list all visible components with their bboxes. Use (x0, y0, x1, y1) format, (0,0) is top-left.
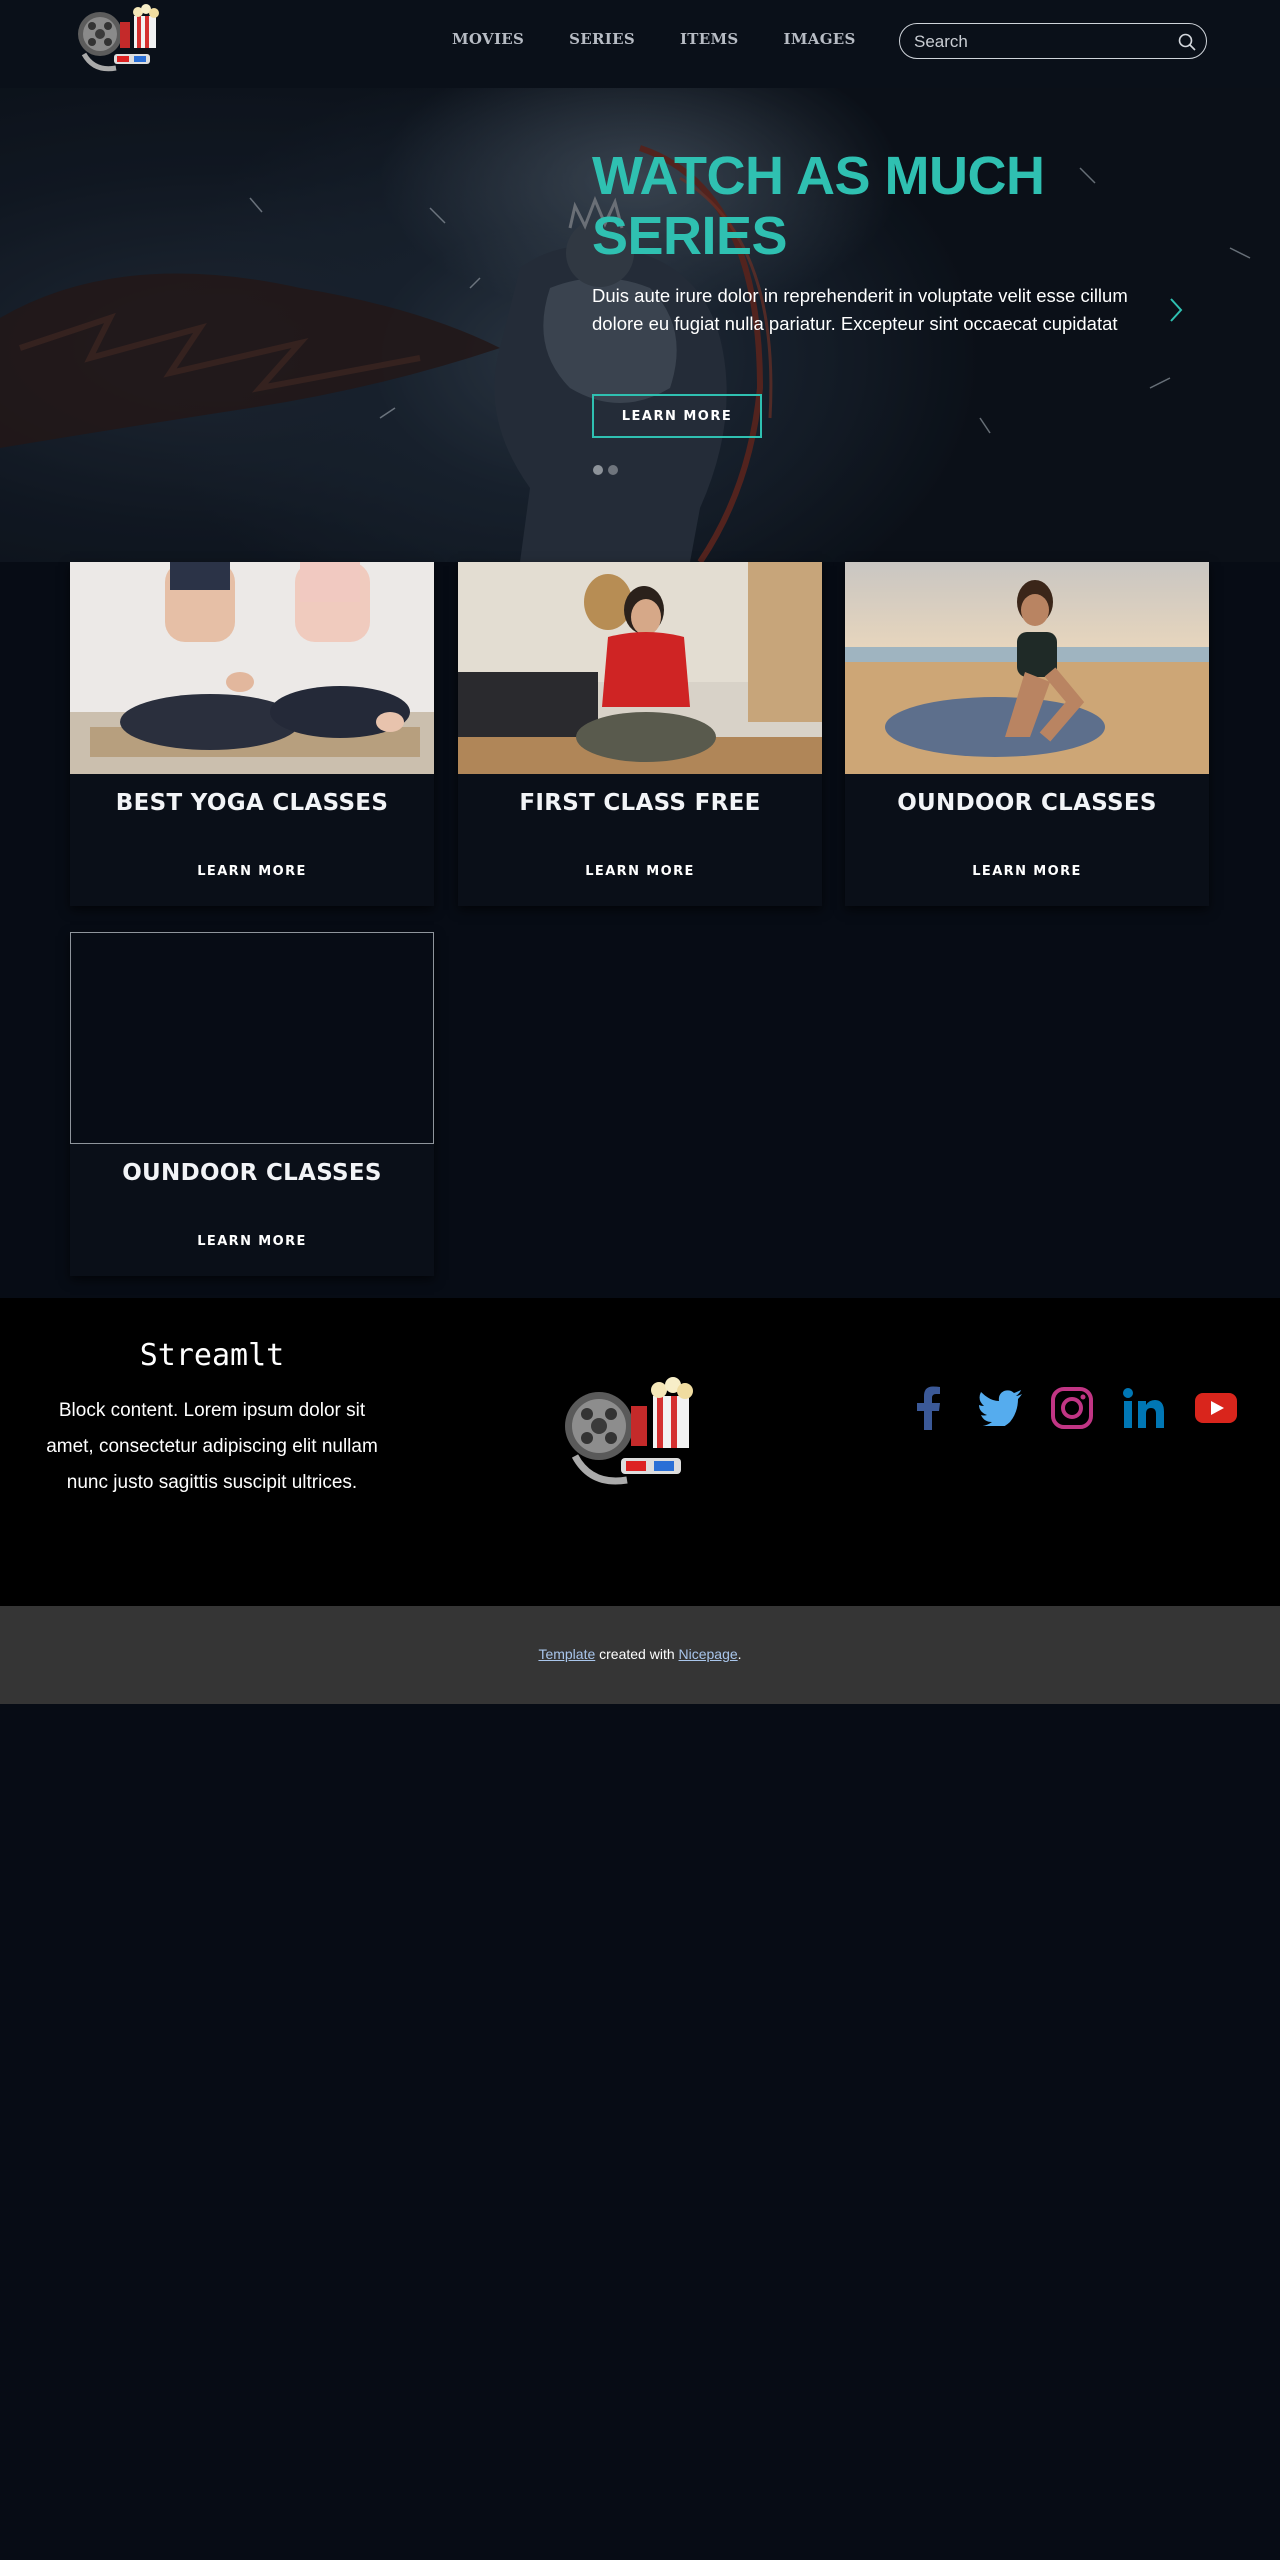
credit-middle: created with (595, 1646, 679, 1662)
card-image-placeholder (70, 932, 434, 1144)
card-title: FIRST CLASS FREE (519, 790, 761, 816)
card-first-class-free: FIRST CLASS FREE LEARN MORE (458, 562, 822, 906)
card-title: OUNDOOR CLASSES (122, 1160, 382, 1186)
site-footer: Streamlt Block content. Lorem ipsum dolo… (0, 1298, 1280, 1606)
hero-title: WATCH AS MUCH SERIES (592, 146, 1045, 266)
social-links (904, 1386, 1240, 1430)
bottom-bar: Template created with Nicepage. (0, 1606, 1280, 1704)
nicepage-link[interactable]: Nicepage (679, 1646, 738, 1662)
card-image-yoga (70, 562, 434, 774)
hero-slider: WATCH AS MUCH SERIES Duis aute irure dol… (0, 88, 1280, 562)
footer-brand: Streamlt (139, 1338, 285, 1373)
search-input[interactable] (912, 30, 1166, 54)
search-box (899, 23, 1207, 59)
instagram-icon[interactable] (1048, 1386, 1096, 1430)
hero-learn-more-button[interactable]: LEARN MORE (592, 394, 762, 438)
card-title: BEST YOGA CLASSES (115, 790, 389, 816)
card-yoga-classes: BEST YOGA CLASSES LEARN MORE (70, 562, 434, 906)
linkedin-icon[interactable] (1120, 1386, 1168, 1430)
nav-items[interactable]: ITEMS (680, 30, 739, 48)
card-outdoor-classes-2: OUNDOOR CLASSES LEARN MORE (70, 932, 434, 1276)
credit-text: Template created with Nicepage. (0, 1646, 1280, 1662)
site-header: MOVIES SERIES ITEMS IMAGES (0, 0, 1280, 88)
nav-images[interactable]: IMAGES (784, 30, 856, 48)
slider-dots (593, 465, 618, 475)
hero-text: Duis aute irure dolor in reprehenderit i… (592, 285, 1128, 334)
chevron-right-icon[interactable] (1168, 296, 1184, 324)
main-nav: MOVIES SERIES ITEMS IMAGES (452, 30, 901, 48)
nav-movies[interactable]: MOVIES (452, 30, 524, 48)
facebook-icon[interactable] (904, 1386, 952, 1430)
footer-text: Block content. Lorem ipsum dolor sit ame… (46, 1400, 378, 1493)
credit-end: . (737, 1646, 742, 1662)
card-outdoor-classes: OUNDOOR CLASSES LEARN MORE (845, 562, 1209, 906)
card-title: OUNDOOR CLASSES (897, 790, 1157, 816)
card-learn-more-link[interactable]: LEARN MORE (458, 864, 822, 879)
youtube-icon[interactable] (1192, 1386, 1240, 1430)
card-image-first-class (458, 562, 822, 774)
twitter-icon[interactable] (976, 1386, 1024, 1430)
nav-series[interactable]: SERIES (569, 30, 635, 48)
template-link[interactable]: Template (538, 1646, 595, 1662)
card-image-beach (845, 562, 1209, 774)
card-learn-more-link[interactable]: LEARN MORE (70, 864, 434, 879)
slider-dot-1[interactable] (593, 465, 603, 475)
logo-icon (565, 1377, 693, 1485)
slider-dot-2[interactable] (608, 465, 618, 475)
card-learn-more-link[interactable]: LEARN MORE (70, 1234, 434, 1249)
card-learn-more-link[interactable]: LEARN MORE (845, 864, 1209, 879)
logo-icon[interactable] (70, 2, 182, 78)
search-icon[interactable] (1177, 32, 1197, 52)
